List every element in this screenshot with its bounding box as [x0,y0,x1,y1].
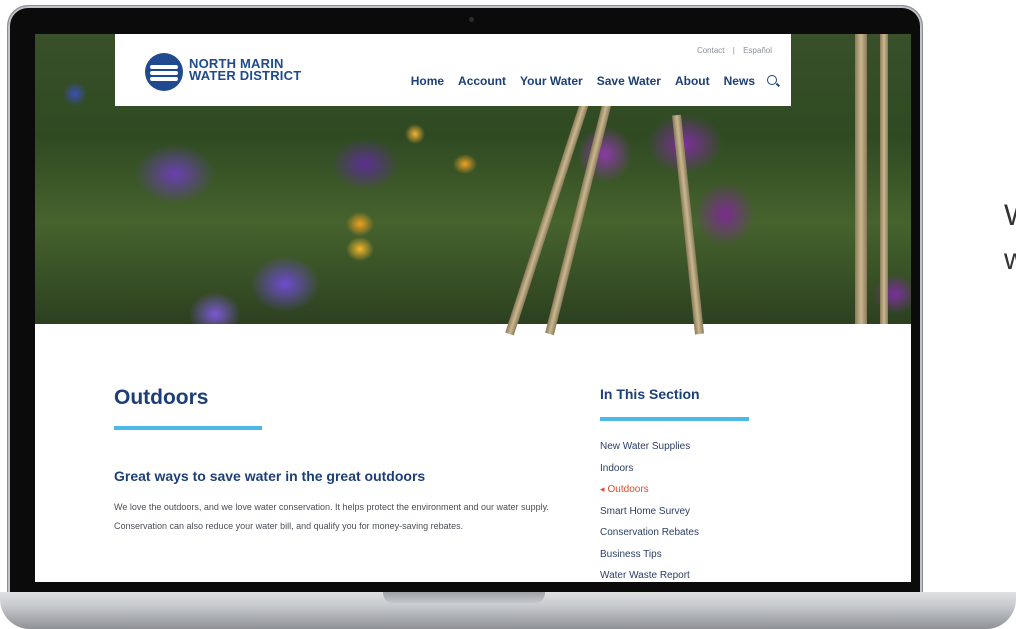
section-underline [600,417,749,421]
section-heading: In This Section [600,386,700,402]
nav-news[interactable]: News [724,74,755,88]
browser-screen: NORTH MARIN WATER DISTRICT Contact | Esp… [35,34,911,582]
section-item-conservation-rebates[interactable]: Conservation Rebates [600,522,699,544]
bamboo-stake [880,34,888,324]
side-text: W w [1004,194,1016,282]
content-subtitle: Great ways to save water in the great ou… [114,468,426,484]
page-title: Outdoors [114,386,209,409]
nav-save-water[interactable]: Save Water [597,74,661,88]
nav-account[interactable]: Account [458,74,506,88]
laptop-notch [383,592,545,603]
nav-your-water[interactable]: Your Water [520,74,583,88]
nav-home[interactable]: Home [411,74,444,88]
side-text-line-2: w [1004,243,1016,276]
content-body: We love the outdoors, and we love water … [114,502,549,531]
nav-about[interactable]: About [675,74,710,88]
section-item-indoors[interactable]: Indoors [600,458,699,480]
section-item-smart-home-survey[interactable]: Smart Home Survey [600,501,699,523]
utility-separator: | [732,46,735,55]
contact-link[interactable]: Contact [697,46,725,55]
utility-links: Contact | Español [694,46,775,55]
section-item-water-waste-report[interactable]: Water Waste Report [600,565,699,582]
site-header: NORTH MARIN WATER DISTRICT Contact | Esp… [115,34,791,106]
section-item-new-water-supplies[interactable]: New Water Supplies [600,436,699,458]
side-text-line-1: W [1004,194,1016,238]
section-item-outdoors[interactable]: Outdoors [600,479,699,501]
logo-line-2: WATER DISTRICT [189,68,302,83]
camera-dot [469,17,474,22]
bamboo-stake [855,34,867,324]
section-item-business-tips[interactable]: Business Tips [600,544,699,566]
search-icon[interactable] [767,75,777,85]
laptop-frame: NORTH MARIN WATER DISTRICT Contact | Esp… [8,6,922,606]
main-nav: Home Account Your Water Save Water About… [397,74,777,88]
title-underline [114,426,262,430]
water-waves-logo-icon[interactable] [145,53,183,91]
section-nav-list: New Water Supplies Indoors Outdoors Smar… [600,436,699,582]
site-logo-text[interactable]: NORTH MARIN WATER DISTRICT [189,57,302,83]
espanol-link[interactable]: Español [743,46,772,55]
bamboo-stake [672,114,704,335]
